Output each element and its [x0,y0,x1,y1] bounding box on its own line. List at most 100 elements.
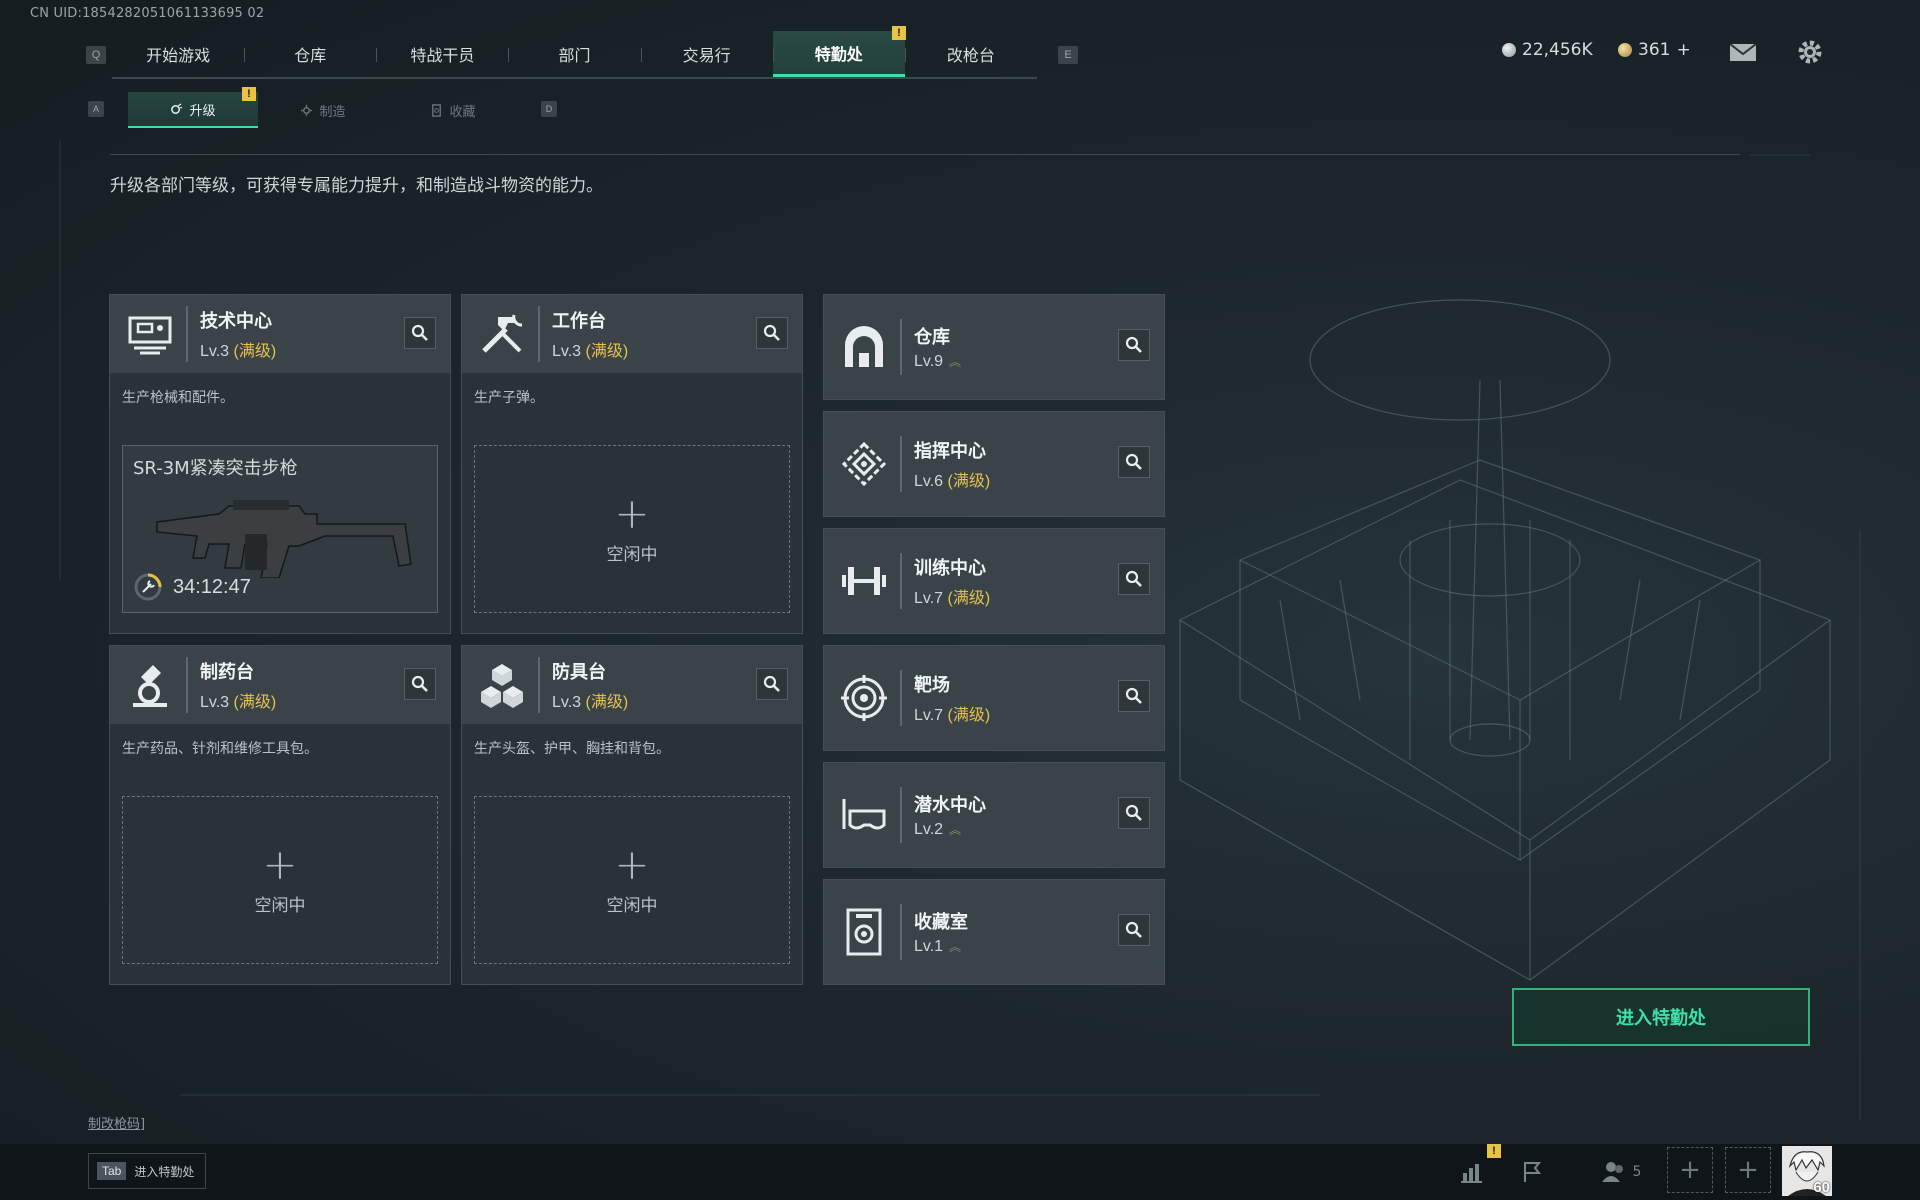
invite-slot-1[interactable]: + [1667,1147,1713,1193]
tab-upgrade-label: 升级 [189,103,216,119]
gold-currency[interactable]: 361 + [1618,40,1691,60]
tab-collection[interactable]: 收藏 [388,92,518,128]
stats-alert-icon: ! [1487,1144,1501,1158]
inspect-button[interactable] [404,317,436,349]
idle-label: 空闲中 [606,544,658,565]
settings-gear-icon[interactable] [1795,38,1825,66]
card-header: 收藏室 Lv.1 ︽ [824,880,1164,984]
card-description: 生产枪械和配件。 [122,390,234,406]
timer-value: 34:12:47 [173,575,251,598]
enter-special-ops-button[interactable]: 进入特勤处 [1512,988,1810,1046]
department-card-shooting-range[interactable]: 靶场 Lv.7 (满级) [823,645,1165,751]
card-level: Lv.7 [914,707,944,724]
inspect-button[interactable] [404,668,436,700]
card-level: Lv.3 [200,694,230,711]
special-ops-alert-icon: ! [892,26,906,40]
inspect-button[interactable] [1118,563,1150,595]
card-level: Lv.3 [552,343,582,360]
diving-center-icon [842,799,886,830]
silver-coin-icon [1502,43,1516,57]
training-center-icon [842,567,886,595]
tab-shortcut-label: 进入特勤处 [134,1164,195,1179]
subnav-prev-key[interactable]: A [88,101,104,117]
craft-icon [301,104,313,116]
tab-departments[interactable]: 部门 [508,31,640,77]
card-title: 训练中心 [914,558,986,579]
inspect-button[interactable] [1118,797,1150,829]
mail-icon[interactable] [1728,38,1758,66]
nav-prev-key[interactable]: Q [86,46,106,64]
department-card-training-center[interactable]: 训练中心 Lv.7 (满级) [823,528,1165,634]
add-icon: + [614,488,650,538]
idle-slot[interactable]: + 空闲中 [122,796,438,964]
nav-next-key[interactable]: E [1058,46,1078,64]
card-title: 制药台 [200,662,254,683]
add-icon: + [262,839,298,889]
sub-nav: 升级 制造 收藏 [128,92,518,128]
tab-craft[interactable]: 制造 [258,92,388,128]
card-header: 技术中心 Lv.3 (满级) [110,295,450,373]
card-description: 生产子弹。 [474,390,544,406]
tab-shortcut-hint[interactable]: Tab 进入特勤处 [88,1153,206,1189]
tab-special-ops[interactable]: 特勤处 [772,31,905,77]
invite-slot-2[interactable]: + [1725,1147,1771,1193]
card-header: 靶场 Lv.7 (满级) [824,646,1164,750]
gold-add-button[interactable]: + [1676,40,1690,60]
department-card-collection-room[interactable]: 收藏室 Lv.1 ︽ [823,879,1165,985]
search-icon [1125,570,1142,587]
search-icon [411,675,428,692]
tab-start-game[interactable]: 开始游戏 [112,31,244,77]
card-header: 指挥中心 Lv.6 (满级) [824,412,1164,516]
tab-operators[interactable]: 特战干员 [376,31,508,77]
card-header: 仓库 Lv.9 ︽ [824,295,1164,399]
upgrade-alert-icon: ! [242,87,256,101]
search-icon [1125,453,1142,470]
inspect-button[interactable] [1118,329,1150,361]
silver-amount: 22,456K [1522,40,1593,60]
card-level: Lv.3 [552,694,582,711]
tech-center-icon [128,316,172,355]
card-level: Lv.2 [914,821,944,838]
inspect-button[interactable] [1118,914,1150,946]
max-level-label: (满级) [233,343,277,360]
workbench-card-workbench: 工作台 Lv.3 (满级) 生产子弹。 + 空闲中 [461,294,803,634]
inspect-button[interactable] [756,317,788,349]
inspect-button[interactable] [1118,446,1150,478]
gun-code-link[interactable]: 制改枪码] [88,1113,145,1132]
squad-icon [1601,1162,1623,1182]
idle-label: 空闲中 [254,895,306,916]
max-level-label: (满级) [233,694,277,711]
tab-trading[interactable]: 交易行 [640,31,773,77]
squad-count: 5 [1632,1164,1642,1180]
tab-craft-label: 制造 [319,104,346,120]
idle-label: 空闲中 [606,895,658,916]
department-card-command-center[interactable]: 指挥中心 Lv.6 (满级) [823,411,1165,517]
card-level: Lv.3 [200,343,230,360]
max-level-label: (满级) [585,694,629,711]
max-level-label: (满级) [947,590,991,607]
inspect-button[interactable] [756,668,788,700]
card-title: 指挥中心 [914,441,986,462]
card-title: 潜水中心 [914,795,986,816]
player-level: 60 [1813,1179,1830,1196]
department-card-warehouse[interactable]: 仓库 Lv.9 ︽ [823,294,1165,400]
idle-slot[interactable]: + 空闲中 [474,796,790,964]
department-card-diving-center[interactable]: 潜水中心 Lv.2 ︽ [823,762,1165,868]
gold-amount: 361 [1638,40,1671,60]
squad-button[interactable]: 5 [1586,1150,1656,1194]
rifle-image [156,500,412,578]
tab-upgrade[interactable]: 升级 [128,92,258,128]
production-slot[interactable]: SR-3M紧凑突击步枪 34:12:47 [122,445,438,613]
upgrade-available-icon: ︽ [949,355,962,370]
tab-collection-label: 收藏 [449,104,476,120]
idle-slot[interactable]: + 空闲中 [474,445,790,613]
page-description: 升级各部门等级，可获得专属能力提升，和制造战斗物资的能力。 [110,176,603,196]
mission-flag-button[interactable] [1510,1150,1554,1194]
subnav-next-key[interactable]: D [541,101,557,117]
inspect-button[interactable] [1118,680,1150,712]
tab-gunsmith[interactable]: 改枪台 [904,31,1037,77]
armor-bench-icon [481,664,523,708]
player-avatar[interactable]: 60 [1782,1146,1832,1196]
tab-key: Tab [97,1162,127,1180]
tab-warehouse[interactable]: 仓库 [244,31,376,77]
